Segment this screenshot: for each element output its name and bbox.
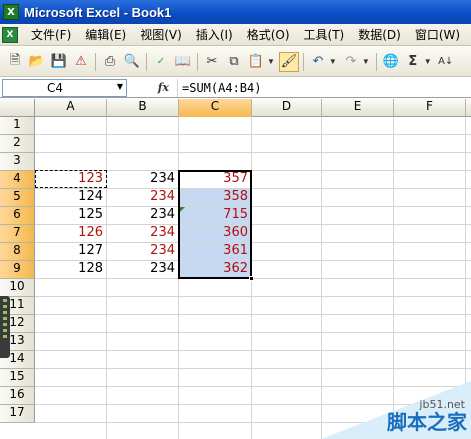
sort-ascending-icon[interactable]: A↓	[436, 52, 456, 72]
menu-data[interactable]: 数据(D)	[351, 26, 408, 43]
row-header-5[interactable]: 5	[0, 189, 35, 207]
new-icon[interactable]: 🗎	[5, 52, 25, 72]
cell-b9[interactable]: 234	[107, 261, 178, 278]
open-icon[interactable]: 📂	[27, 52, 47, 72]
autosum-icon[interactable]: Σ	[403, 52, 423, 72]
column-header-e[interactable]: E	[322, 99, 394, 117]
row-header-10[interactable]: 10	[0, 279, 35, 297]
insert-function-icon[interactable]: fx	[127, 81, 177, 94]
paste-options-dropdown[interactable]: ▼	[267, 57, 275, 66]
toolbar-separator	[146, 52, 147, 71]
column-header-d[interactable]: D	[252, 99, 322, 117]
grid-line	[35, 134, 471, 135]
row-header-17[interactable]: 17	[0, 405, 35, 423]
cell-a9[interactable]: 128	[35, 261, 106, 278]
row-header-15[interactable]: 15	[0, 369, 35, 387]
menu-view[interactable]: 视图(V)	[133, 26, 189, 43]
cell-a6[interactable]: 125	[35, 207, 106, 224]
copy-icon[interactable]: ⧉	[224, 52, 244, 72]
grid-line	[35, 296, 471, 297]
cell-a7[interactable]: 126	[35, 225, 106, 242]
save-icon[interactable]: 💾	[49, 52, 69, 72]
grid-line	[35, 350, 471, 351]
cell-b8[interactable]: 234	[107, 243, 178, 260]
menu-window[interactable]: 窗口(W)	[408, 26, 467, 43]
column-header-f[interactable]: F	[394, 99, 466, 117]
menu-format[interactable]: 格式(O)	[240, 26, 297, 43]
excel-icon[interactable]: X	[3, 4, 19, 20]
row-header-8[interactable]: 8	[0, 243, 35, 261]
name-box-value: C4	[47, 80, 64, 95]
cell-c5[interactable]: 358	[179, 189, 251, 206]
cell-a8[interactable]: 127	[35, 243, 106, 260]
cell-b4[interactable]: 234	[107, 171, 178, 188]
cell-c4[interactable]: 357	[179, 171, 251, 188]
side-panel-handle[interactable]	[0, 296, 10, 358]
cell-c8[interactable]: 361	[179, 243, 251, 260]
redo-dropdown[interactable]: ▼	[362, 57, 370, 66]
redo-icon[interactable]: ↷	[341, 52, 361, 72]
undo-dropdown[interactable]: ▼	[329, 57, 337, 66]
row-header-9[interactable]: 9	[0, 261, 35, 279]
grid-line	[35, 368, 471, 369]
toolbar-separator	[197, 52, 198, 71]
permission-icon[interactable]: ⚠	[71, 52, 91, 72]
watermark-name: 脚本之家	[387, 410, 467, 434]
autosum-dropdown[interactable]: ▼	[424, 57, 432, 66]
title-bar: X Microsoft Excel - Book1	[0, 0, 471, 24]
menu-file[interactable]: 文件(F)	[24, 26, 78, 43]
name-box[interactable]: C4 ▼	[2, 78, 127, 97]
cell-b6[interactable]: 234	[107, 207, 178, 224]
standard-toolbar: 🗎 📂 💾 ⚠ ⎙ 🔍 ✓ 📖 ✂ ⧉ 📋 ▼ 🖌 ↶ ▼ ↷ ▼ 🌐 Σ ▼ …	[0, 47, 471, 77]
format-painter-icon[interactable]: 🖌	[278, 51, 299, 72]
chevron-down-icon[interactable]: ▼	[117, 82, 123, 91]
print-preview-icon[interactable]: 🔍	[122, 52, 142, 72]
column-headers: ABCDEF	[0, 99, 471, 117]
print-icon[interactable]: ⎙	[100, 52, 120, 72]
column-header-b[interactable]: B	[107, 99, 179, 117]
column-header-a[interactable]: A	[35, 99, 107, 117]
cell-c7[interactable]: 360	[179, 225, 251, 242]
select-all-corner[interactable]	[0, 99, 35, 117]
grid-line	[35, 332, 471, 333]
formula-input[interactable]: =SUM(A4:B4)	[177, 78, 471, 97]
menu-insert[interactable]: 插入(I)	[189, 26, 240, 43]
undo-icon[interactable]: ↶	[308, 52, 328, 72]
cell-b7[interactable]: 234	[107, 225, 178, 242]
row-header-3[interactable]: 3	[0, 153, 35, 171]
cell-a4[interactable]: 123	[35, 171, 106, 188]
row-header-6[interactable]: 6	[0, 207, 35, 225]
grid-line	[35, 152, 471, 153]
row-header-2[interactable]: 2	[0, 135, 35, 153]
column-header-c[interactable]: C	[179, 99, 252, 117]
error-indicator-icon[interactable]	[180, 207, 185, 212]
cut-icon[interactable]: ✂	[202, 52, 222, 72]
menu-bar: X 文件(F) 编辑(E) 视图(V) 插入(I) 格式(O) 工具(T) 数据…	[0, 24, 471, 46]
paste-icon[interactable]: 📋	[246, 52, 266, 72]
window-title: Microsoft Excel - Book1	[24, 4, 172, 20]
spelling-icon[interactable]: ✓	[151, 52, 171, 72]
row-header-16[interactable]: 16	[0, 387, 35, 405]
grid-line	[178, 117, 179, 439]
cell-c9[interactable]: 362	[179, 261, 251, 278]
hyperlink-icon[interactable]: 🌐	[381, 52, 401, 72]
toolbar-separator	[302, 52, 304, 71]
cell-a5[interactable]: 124	[35, 189, 106, 206]
research-icon[interactable]: 📖	[173, 52, 193, 72]
fill-handle[interactable]	[249, 276, 254, 281]
row-header-7[interactable]: 7	[0, 225, 35, 243]
toolbar-separator	[95, 52, 96, 71]
toolbar-separator	[375, 52, 377, 71]
cell-b5[interactable]: 234	[107, 189, 178, 206]
site-watermark: jb51.net 脚本之家	[321, 381, 471, 439]
menu-edit[interactable]: 编辑(E)	[78, 26, 133, 43]
row-header-1[interactable]: 1	[0, 117, 35, 135]
grid-line	[35, 314, 471, 315]
cell-c6[interactable]: 715	[179, 207, 251, 224]
row-header-4[interactable]: 4	[0, 171, 35, 189]
menu-tools[interactable]: 工具(T)	[297, 26, 352, 43]
formula-bar: C4 ▼ fx =SUM(A4:B4)	[0, 78, 471, 98]
workbook-icon[interactable]: X	[2, 26, 18, 43]
grid-line	[106, 117, 107, 439]
